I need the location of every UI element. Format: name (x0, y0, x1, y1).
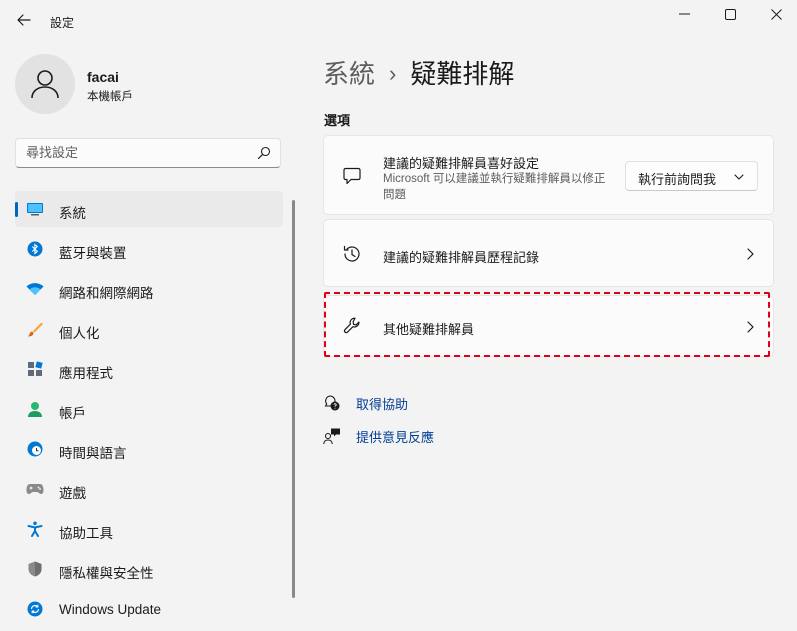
give-feedback-link[interactable]: 提供意見反應 (323, 426, 434, 446)
sidebar-item-personalization[interactable]: 個人化 (15, 311, 283, 347)
sidebar-item-time-language[interactable]: 時間與語言 (15, 431, 283, 467)
sidebar-item-label: 隱私權與安全性 (59, 566, 154, 581)
sidebar-item-apps[interactable]: 應用程式 (15, 351, 283, 387)
breadcrumb-separator: › (389, 61, 397, 86)
search-box[interactable] (15, 138, 281, 168)
title-bar: 設定 (0, 0, 797, 40)
avatar[interactable] (15, 54, 75, 114)
minimize-icon (678, 13, 690, 15)
sidebar-item-privacy[interactable]: 隱私權與安全性 (15, 551, 283, 587)
back-button[interactable] (10, 8, 38, 32)
chevron-right-icon (747, 321, 754, 333)
minimize-button[interactable] (661, 0, 707, 28)
windows-update-icon (26, 600, 44, 618)
gamepad-icon (26, 480, 44, 498)
sidebar-item-label: 系統 (59, 206, 86, 221)
get-help-link[interactable]: 取得協助 (323, 393, 408, 413)
troubleshooter-preference-dropdown[interactable]: 執行前詢問我 (625, 161, 758, 191)
search-icon[interactable] (257, 146, 271, 160)
close-icon (770, 8, 782, 20)
sidebar-item-label: 時間與語言 (59, 446, 127, 461)
sidebar-item-label: 帳戶 (59, 406, 86, 421)
sidebar-item-bluetooth[interactable]: 藍牙與裝置 (15, 231, 283, 267)
account-icon (26, 400, 44, 418)
other-troubleshooters-card[interactable]: 其他疑難排解員 (323, 295, 774, 357)
wrench-icon (342, 316, 362, 336)
chevron-down-icon (734, 174, 744, 180)
sidebar-item-label: Windows Update (59, 602, 162, 617)
feedback-icon (323, 427, 341, 445)
app-title: 設定 (50, 16, 75, 30)
close-button[interactable] (753, 0, 797, 28)
troubleshooter-history-card[interactable]: 建議的疑難排解員歷程記錄 (323, 219, 774, 287)
get-help-label[interactable]: 取得協助 (356, 394, 408, 413)
globe-clock-icon (26, 440, 44, 458)
brush-icon (26, 320, 44, 338)
give-feedback-label[interactable]: 提供意見反應 (356, 427, 434, 446)
sidebar-item-gaming[interactable]: 遊戲 (15, 471, 283, 507)
sidebar-item-label: 協助工具 (59, 526, 113, 541)
account-type: 本機帳戶 (87, 91, 133, 103)
sidebar-nav: 系統 藍牙與裝置 網路和網際網路 個人化 應用程式 帳戶 時間與語言 遊戲 協助… (15, 191, 283, 631)
card-description: Microsoft 可以建議並執行疑難排解員以修正問題 (383, 173, 606, 201)
card-title: 建議的疑難排解員歷程記錄 (383, 250, 540, 265)
card-title: 建議的疑難排解員喜好設定 (383, 156, 540, 171)
person-icon (31, 70, 59, 99)
search-input[interactable] (26, 145, 246, 160)
accessibility-icon (26, 520, 44, 538)
section-label: 選項 (324, 113, 351, 128)
apps-icon (26, 360, 44, 378)
shield-icon (26, 560, 44, 578)
sidebar-item-label: 個人化 (59, 326, 100, 341)
sidebar-item-accessibility[interactable]: 協助工具 (15, 511, 283, 547)
sidebar-item-label: 遊戲 (59, 486, 86, 501)
card-title: 其他疑難排解員 (383, 322, 475, 337)
arrow-left-icon (17, 14, 31, 26)
wifi-icon (26, 280, 44, 298)
sidebar-item-label: 網路和網際網路 (59, 286, 154, 301)
user-name: facai (87, 69, 119, 85)
maximize-button[interactable] (707, 0, 753, 28)
sidebar-item-network[interactable]: 網路和網際網路 (15, 271, 283, 307)
sidebar-item-accounts[interactable]: 帳戶 (15, 391, 283, 427)
history-icon (342, 244, 362, 264)
bluetooth-icon (26, 240, 44, 258)
sidebar-item-windows-update[interactable]: Windows Update (15, 591, 283, 627)
page-title: 疑難排解 (410, 59, 515, 89)
breadcrumb: 系統 › 疑難排解 (323, 54, 514, 91)
recommended-troubleshooter-preferences-card: 建議的疑難排解員喜好設定 Microsoft 可以建議並執行疑難排解員以修正問題… (323, 135, 774, 215)
sidebar-item-system[interactable]: 系統 (15, 191, 283, 227)
dropdown-value: 執行前詢問我 (638, 172, 717, 187)
sidebar-item-label: 應用程式 (59, 366, 113, 381)
sidebar-scrollbar[interactable] (292, 200, 295, 598)
help-chat-icon (323, 394, 341, 412)
chat-bubble-icon (342, 166, 362, 186)
maximize-icon (724, 8, 736, 20)
chevron-right-icon (747, 248, 754, 260)
breadcrumb-parent[interactable]: 系統 (323, 59, 375, 89)
sidebar-item-label: 藍牙與裝置 (59, 246, 127, 261)
monitor-icon (26, 200, 44, 218)
